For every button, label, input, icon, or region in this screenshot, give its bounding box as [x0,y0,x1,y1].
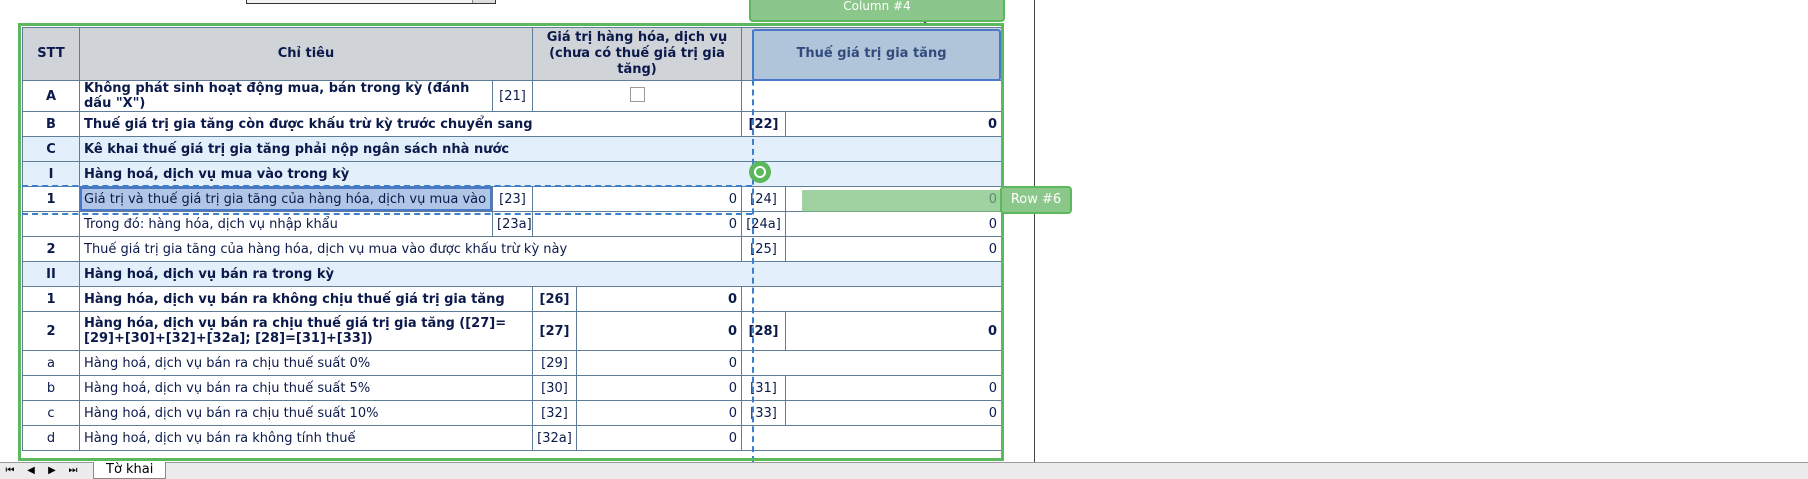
dropdown-button[interactable] [472,0,495,3]
last-sheet-icon[interactable]: ⏭ [66,465,80,477]
row-label-tag: Row #6 [1000,186,1072,214]
first-sheet-icon[interactable]: ⏮ [3,465,17,477]
target-icon [749,161,771,183]
selection-frame [18,23,1004,461]
sheet-tab-bar [0,462,1808,479]
sheet-tab-to-khai[interactable]: Tờ khai [93,462,167,479]
prev-sheet-icon[interactable]: ◀ [24,465,38,477]
right-pane [1035,0,1808,462]
top-input-box[interactable] [246,0,496,4]
next-sheet-icon[interactable]: ▶ [45,465,59,477]
column-label-tag: Column #4 [749,0,1005,22]
